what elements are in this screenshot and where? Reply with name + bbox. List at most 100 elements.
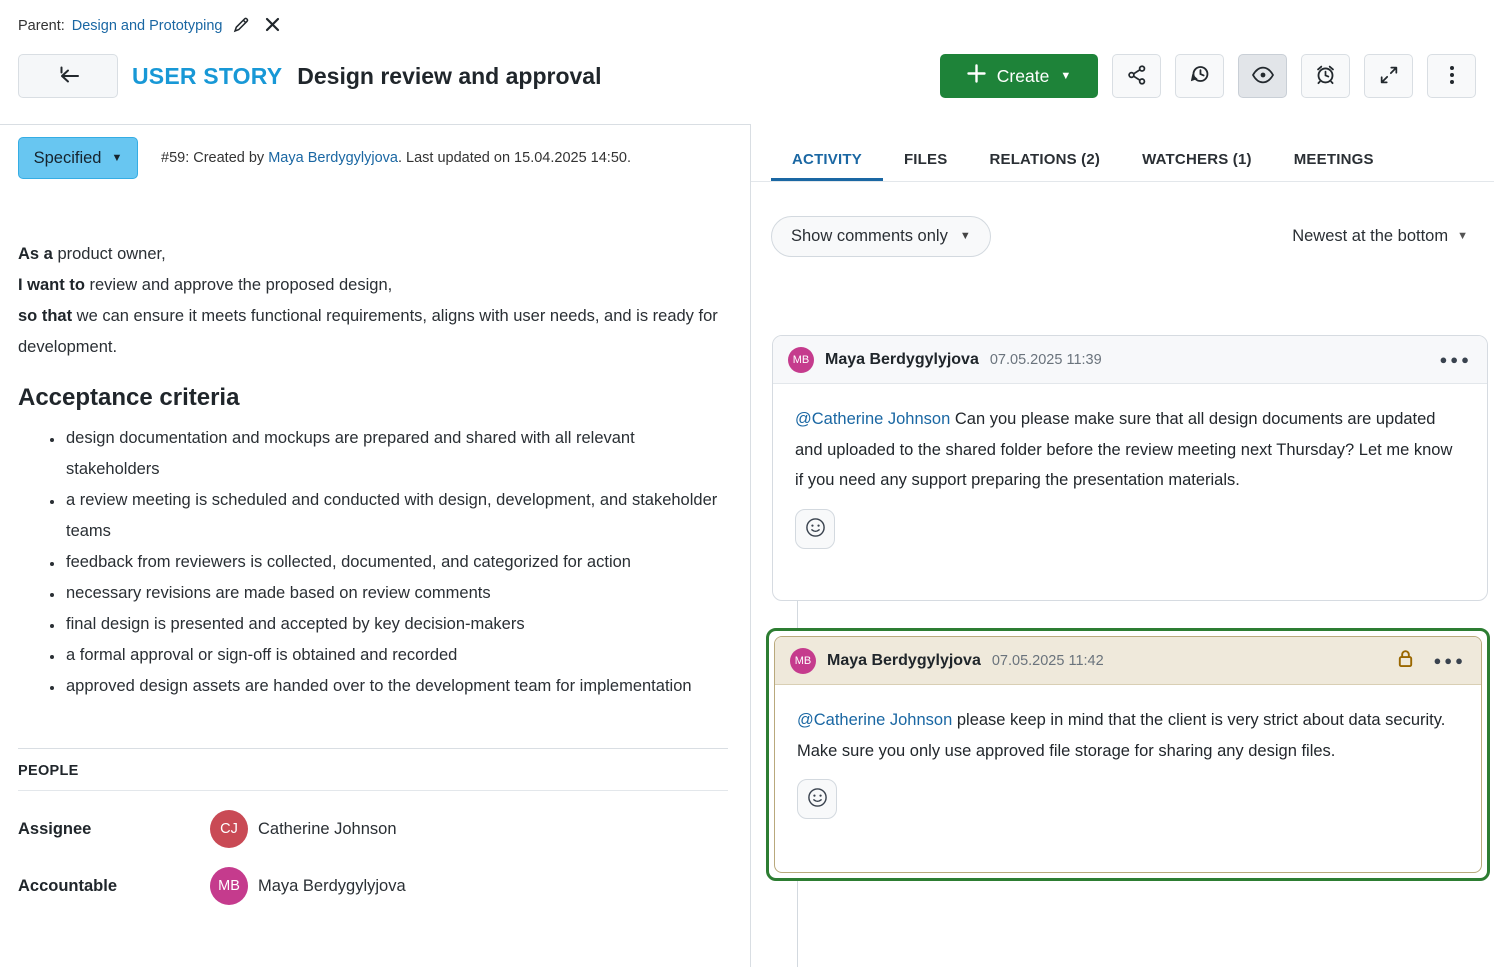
tab-watchers[interactable]: WATCHERS (1) bbox=[1121, 140, 1273, 181]
activity-history-button[interactable] bbox=[1175, 54, 1224, 98]
sort-order-dropdown[interactable]: Newest at the bottom ▼ bbox=[1292, 227, 1468, 246]
back-button[interactable] bbox=[18, 54, 118, 98]
description-text: As a product owner, I want to review and… bbox=[18, 239, 726, 363]
pencil-icon bbox=[233, 16, 250, 36]
list-item: a formal approval or sign-off is obtaine… bbox=[64, 640, 720, 671]
mention-link[interactable]: @Catherine Johnson bbox=[797, 711, 952, 729]
comment-card: MB Maya Berdygylyjova 07.05.2025 11:39 ●… bbox=[772, 335, 1488, 601]
comment-more-button[interactable]: ●●● bbox=[1433, 654, 1466, 667]
list-item: design documentation and mockups are pre… bbox=[64, 423, 720, 485]
mention-link[interactable]: @Catherine Johnson bbox=[795, 410, 950, 428]
add-reaction-button[interactable] bbox=[795, 509, 835, 549]
so-that-rest: we can ensure it meets functional requir… bbox=[18, 307, 718, 356]
status-dropdown[interactable]: Specified ▼ bbox=[18, 137, 138, 179]
parent-label: Parent: bbox=[18, 18, 65, 34]
people-section: PEOPLE Assignee CJ Catherine Johnson Acc… bbox=[18, 748, 728, 905]
author-link[interactable]: Maya Berdygylyjova bbox=[268, 150, 398, 166]
list-item: final design is presented and accepted b… bbox=[64, 609, 720, 640]
share-button[interactable] bbox=[1112, 54, 1161, 98]
acceptance-criteria-list: design documentation and mockups are pre… bbox=[18, 423, 720, 702]
share-icon bbox=[1126, 64, 1148, 89]
comment-author: Maya Berdygylyjova bbox=[827, 652, 981, 670]
avatar: MB bbox=[788, 347, 814, 373]
watch-button[interactable] bbox=[1238, 54, 1287, 98]
list-item: approved design assets are handed over t… bbox=[64, 671, 720, 702]
assignee-value[interactable]: CJ Catherine Johnson bbox=[210, 810, 397, 848]
tab-relations[interactable]: RELATIONS (2) bbox=[968, 140, 1121, 181]
tab-files[interactable]: FILES bbox=[883, 140, 969, 181]
chevron-down-icon: ▼ bbox=[960, 231, 971, 242]
chevron-down-icon: ▼ bbox=[112, 153, 123, 164]
so-that-bold: so that bbox=[18, 307, 72, 325]
edit-parent-button[interactable] bbox=[230, 14, 254, 38]
fullscreen-button[interactable] bbox=[1364, 54, 1413, 98]
comment-body: @Catherine Johnson Can you please make s… bbox=[773, 384, 1487, 496]
kebab-icon bbox=[1442, 64, 1462, 89]
more-actions-button[interactable] bbox=[1427, 54, 1476, 98]
sort-order-label: Newest at the bottom bbox=[1292, 227, 1448, 246]
smiley-icon bbox=[807, 787, 828, 811]
assignee-row: Assignee CJ Catherine Johnson bbox=[18, 810, 728, 848]
parent-bar: Parent: Design and Prototyping bbox=[18, 14, 285, 38]
list-item: feedback from reviewers is collected, do… bbox=[64, 547, 720, 578]
history-icon bbox=[1188, 63, 1211, 89]
i-want-to-bold: I want to bbox=[18, 276, 85, 294]
as-a-bold: As a bbox=[18, 245, 53, 263]
meta-suffix: . Last updated on 15.04.2025 14:50. bbox=[398, 150, 631, 166]
parent-link[interactable]: Design and Prototyping bbox=[72, 18, 223, 34]
timeline-line bbox=[797, 881, 798, 967]
add-reaction-button[interactable] bbox=[797, 779, 837, 819]
page-title: Design review and approval bbox=[297, 63, 601, 90]
create-button[interactable]: Create ▼ bbox=[940, 54, 1098, 98]
reminder-button[interactable] bbox=[1301, 54, 1350, 98]
comment-body: @Catherine Johnson please keep in mind t… bbox=[775, 685, 1481, 766]
comment-header: MB Maya Berdygylyjova 07.05.2025 11:39 ●… bbox=[773, 336, 1487, 384]
comment-more-button[interactable]: ●●● bbox=[1439, 353, 1472, 366]
comment-menu: ●●● bbox=[1439, 353, 1472, 366]
comment-author: Maya Berdygylyjova bbox=[825, 351, 979, 369]
chevron-down-icon: ▼ bbox=[1060, 71, 1071, 82]
status-row: Specified ▼ #59: Created by Maya Berdygy… bbox=[18, 137, 728, 179]
work-package-header: USER STORY Design review and approval Cr… bbox=[18, 53, 1476, 99]
comment-card: MB Maya Berdygylyjova 07.05.2025 11:42 ●… bbox=[774, 636, 1482, 873]
acceptance-criteria-heading: Acceptance criteria bbox=[18, 384, 728, 412]
comment-timestamp: 07.05.2025 11:39 bbox=[990, 352, 1102, 368]
work-package-page: Parent: Design and Prototyping USER STOR… bbox=[0, 0, 1494, 967]
user-name: Maya Berdygylyjova bbox=[258, 877, 406, 896]
lock-icon bbox=[1396, 648, 1415, 674]
i-want-to-rest: review and approve the proposed design, bbox=[85, 276, 392, 294]
user-name: Catherine Johnson bbox=[258, 820, 397, 839]
meta-prefix: #59: Created by bbox=[161, 150, 268, 166]
alarm-clock-icon bbox=[1314, 63, 1337, 89]
assignee-label: Assignee bbox=[18, 820, 210, 839]
comments-filter-label: Show comments only bbox=[791, 227, 948, 246]
accountable-label: Accountable bbox=[18, 877, 210, 896]
remove-parent-button[interactable] bbox=[261, 14, 285, 38]
accountable-value[interactable]: MB Maya Berdygylyjova bbox=[210, 867, 406, 905]
comment-timestamp: 07.05.2025 11:42 bbox=[992, 653, 1104, 669]
chevron-down-icon: ▼ bbox=[1457, 231, 1468, 242]
tab-meetings[interactable]: MEETINGS bbox=[1273, 140, 1395, 181]
header-actions: Create ▼ bbox=[940, 54, 1476, 98]
timeline-line bbox=[797, 601, 798, 628]
eye-icon bbox=[1251, 63, 1275, 90]
create-button-label: Create bbox=[997, 66, 1050, 87]
list-item: a review meeting is scheduled and conduc… bbox=[64, 485, 720, 547]
close-icon bbox=[265, 17, 280, 35]
details-panel: Specified ▼ #59: Created by Maya Berdygy… bbox=[0, 124, 751, 967]
accountable-row: Accountable MB Maya Berdygylyjova bbox=[18, 867, 728, 905]
tab-activity[interactable]: ACTIVITY bbox=[771, 140, 883, 181]
work-package-type: USER STORY bbox=[132, 63, 282, 90]
avatar: MB bbox=[210, 867, 248, 905]
activity-panel: ACTIVITY FILES RELATIONS (2) WATCHERS (1… bbox=[751, 124, 1494, 967]
activity-filter-row: Show comments only ▼ Newest at the botto… bbox=[771, 216, 1468, 257]
comments-filter-button[interactable]: Show comments only ▼ bbox=[771, 216, 991, 257]
plus-icon bbox=[967, 64, 986, 88]
status-label: Specified bbox=[34, 149, 102, 168]
list-item: necessary revisions are made based on re… bbox=[64, 578, 720, 609]
as-a-rest: product owner, bbox=[53, 245, 166, 263]
avatar: CJ bbox=[210, 810, 248, 848]
people-heading: PEOPLE bbox=[18, 749, 728, 791]
comment-menu: ●●● bbox=[1396, 648, 1466, 674]
comment-header: MB Maya Berdygylyjova 07.05.2025 11:42 ●… bbox=[775, 637, 1481, 685]
